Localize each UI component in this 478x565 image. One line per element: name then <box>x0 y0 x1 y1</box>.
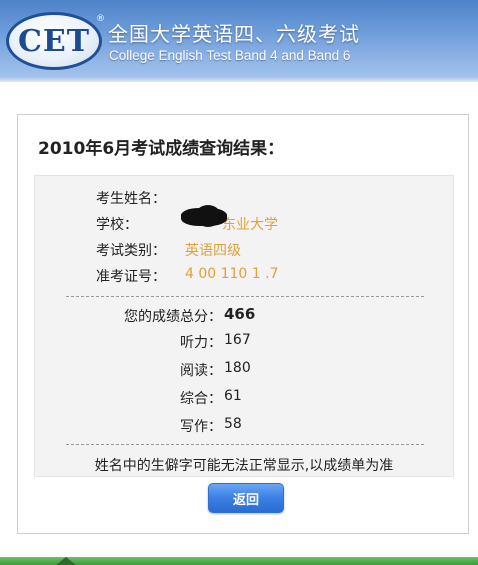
redaction-mark-overlay <box>195 205 221 227</box>
comprehensive-label: 综合： <box>180 391 222 407</box>
listening-value: 167 <box>224 332 251 348</box>
result-title: 2010年6月考试成绩查询结果： <box>38 139 285 159</box>
listening-label: 听力： <box>180 335 222 351</box>
logo-text: CET <box>17 24 91 59</box>
writing-value: 58 <box>224 416 242 432</box>
divider-top <box>66 296 424 297</box>
back-button[interactable]: 返回 <box>208 483 284 513</box>
header-title-english: College English Test Band 4 and Band 6 <box>109 48 351 63</box>
header-banner: CET ® 全国大学英语四、六级考试 College English Test … <box>0 0 478 82</box>
cet-logo: CET <box>6 12 102 70</box>
divider-bottom <box>66 444 424 445</box>
exam-type-value: 英语四级 <box>185 243 241 259</box>
exam-type-label: 考试类别： <box>96 243 166 259</box>
bottom-arrow-icon <box>56 557 76 565</box>
reading-label: 阅读： <box>180 363 222 379</box>
reading-value: 180 <box>224 360 251 376</box>
school-label: 学校： <box>96 217 138 233</box>
name-label: 考生姓名： <box>96 191 166 207</box>
name-display-note: 姓名中的生僻字可能无法正常显示,以成绩单为准 <box>94 458 394 474</box>
total-score-value: 466 <box>224 305 256 323</box>
total-score-label: 您的成绩总分： <box>124 309 222 325</box>
ticket-number-label: 准考证号： <box>96 269 166 285</box>
registered-mark: ® <box>96 14 105 24</box>
writing-label: 写作： <box>180 419 222 435</box>
comprehensive-value: 61 <box>224 388 242 404</box>
ticket-number-value: 4 00 110 1 .7 <box>185 266 279 282</box>
header-title-chinese: 全国大学英语四、六级考试 <box>108 22 360 46</box>
school-value: 东业大学 <box>222 217 278 233</box>
